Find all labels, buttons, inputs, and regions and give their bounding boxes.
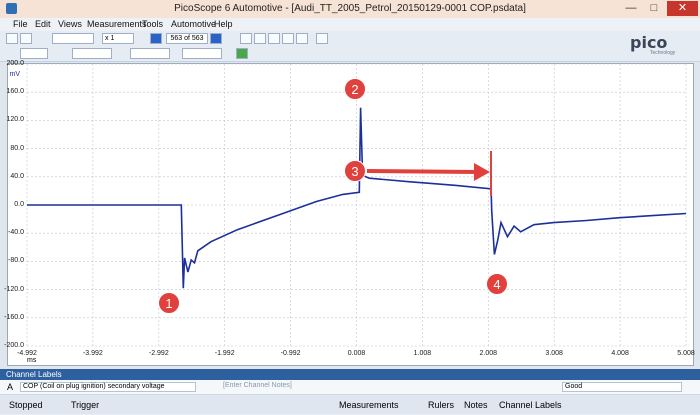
callout-2: 2 xyxy=(344,78,366,100)
y-unit-label: mV xyxy=(9,71,21,78)
y-tick-label: 160.0 xyxy=(6,88,24,96)
x-tick-label: 0.008 xyxy=(347,350,366,357)
callout-3: 3 xyxy=(344,160,366,182)
measurements-button[interactable]: Measurements xyxy=(339,400,399,410)
channel-labels-title: Channel Labels xyxy=(6,370,62,379)
channel-letter: A xyxy=(7,382,14,392)
x-tick-label: -4.992 xyxy=(17,350,37,357)
y-tick-label: -40.0 xyxy=(8,229,24,237)
channel-label-row: A COP (Coil on plug ignition) secondary … xyxy=(0,380,700,395)
callout-1: 1 xyxy=(158,292,180,314)
x-tick-label: 1.008 xyxy=(413,350,432,357)
y-tick-label: -80.0 xyxy=(8,257,24,265)
x-tick-label: 2.008 xyxy=(479,350,498,357)
y-tick-label: 200.0 xyxy=(6,60,24,67)
callout-4: 4 xyxy=(486,273,508,295)
acquisition-state: Stopped xyxy=(9,400,43,410)
y-tick-label: -200.0 xyxy=(4,342,24,349)
burn-time-arrow xyxy=(366,169,479,174)
channel-label-field[interactable]: COP (Coil on plug ignition) secondary vo… xyxy=(20,382,196,392)
trigger-label[interactable]: Trigger xyxy=(71,400,99,410)
x-tick-label: -1.992 xyxy=(214,350,235,357)
channel-notes-field[interactable]: [Enter Channel Notes] xyxy=(223,382,292,389)
x-tick-label: 4.008 xyxy=(611,350,629,357)
channel-status-select[interactable]: Good xyxy=(562,382,682,392)
x-tick-label: 3.008 xyxy=(545,350,563,357)
rulers-button[interactable]: Rulers xyxy=(428,400,454,410)
status-bar: Stopped Trigger Measurements Rulers Note… xyxy=(0,395,700,414)
channel-labels-button[interactable]: Channel Labels xyxy=(499,400,562,410)
x-tick-label: -3.992 xyxy=(82,350,103,357)
x-tick-label: -0.992 xyxy=(280,350,301,357)
y-tick-label: 40.0 xyxy=(10,172,24,180)
x-tick-label: -2.992 xyxy=(148,350,169,357)
channel-labels-header: Channel Labels xyxy=(0,369,700,380)
y-tick-label: -160.0 xyxy=(4,313,24,321)
y-tick-label: 120.0 xyxy=(6,116,24,124)
burn-time-arrowhead xyxy=(474,163,490,181)
notes-button[interactable]: Notes xyxy=(464,400,488,410)
y-tick-label: 80.0 xyxy=(10,144,24,152)
x-unit-label: ms xyxy=(27,357,37,364)
y-tick-label: -120.0 xyxy=(4,285,24,293)
y-tick-label: 0.0 xyxy=(14,201,24,208)
x-tick-label: 5.008 xyxy=(677,350,695,357)
